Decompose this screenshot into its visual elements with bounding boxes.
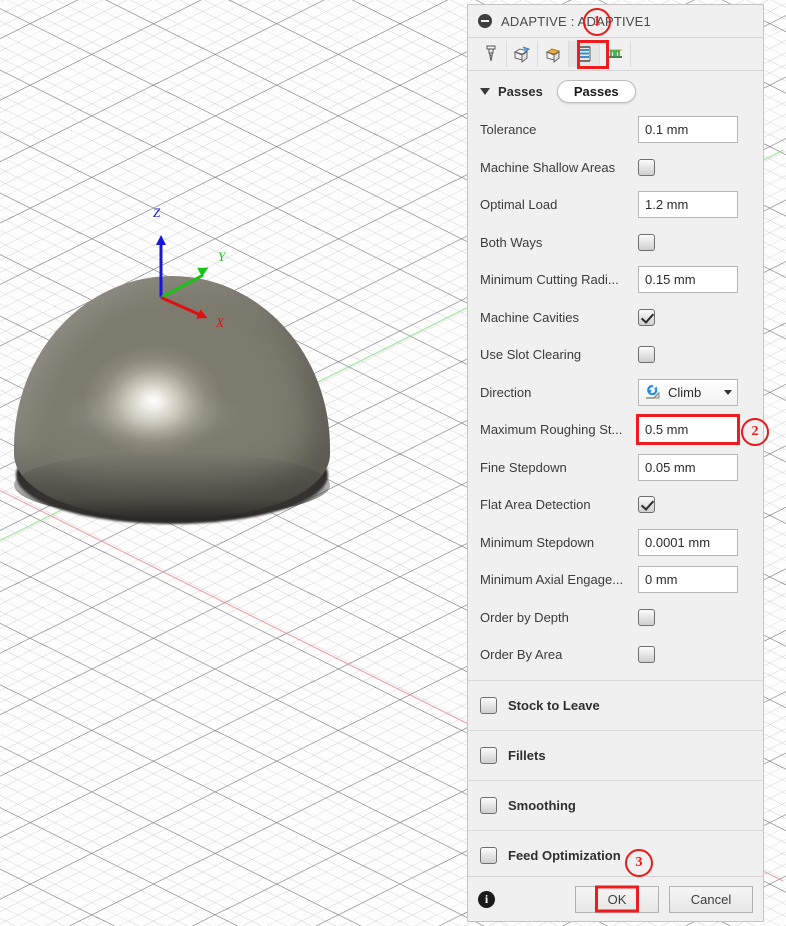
label-flat-area-detection: Flat Area Detection — [480, 497, 591, 513]
ok-button[interactable]: OK — [575, 885, 659, 913]
label-smoothing: Smoothing — [508, 797, 576, 813]
checkbox-order-by-area[interactable] — [638, 646, 655, 664]
label-maximum-roughing-stepdown: Maximum Roughing St... — [480, 422, 623, 438]
adaptive-settings-dialog: ADAPTIVE : ADAPTIVE1 Passes Passes Toler… — [467, 4, 764, 922]
passes-section-header[interactable]: Passes Passes — [468, 71, 763, 107]
row-minimum-cutting-radius: Minimum Cutting Radi... 0.15 mm — [468, 261, 763, 299]
section-smoothing[interactable]: Smoothing — [468, 779, 763, 830]
checkbox-use-slot-clearing[interactable] — [638, 346, 655, 364]
row-flat-area-detection: Flat Area Detection — [468, 486, 763, 524]
z-axis-arrowhead — [156, 235, 166, 245]
minus-circle-icon[interactable] — [478, 14, 492, 28]
input-minimum-cutting-radius[interactable]: 0.15 mm — [638, 266, 738, 294]
ok-highlight-annotation — [595, 885, 639, 913]
dialog-footer: i OK Cancel — [468, 876, 763, 921]
checkbox-both-ways[interactable] — [638, 233, 655, 251]
row-tolerance: Tolerance 0.1 mm — [468, 111, 763, 149]
label-direction: Direction — [480, 384, 532, 400]
input-minimum-stepdown[interactable]: 0.0001 mm — [638, 528, 738, 556]
row-use-slot-clearing: Use Slot Clearing — [468, 336, 763, 374]
section-fillets[interactable]: Fillets — [468, 729, 763, 780]
info-icon[interactable]: i — [478, 890, 495, 908]
label-tolerance: Tolerance — [480, 122, 537, 138]
dialog-header: ADAPTIVE : ADAPTIVE1 — [468, 5, 763, 38]
label-optimal-load: Optimal Load — [480, 197, 558, 213]
dialog-content: Passes Passes Tolerance 0.1 mm Machine S… — [468, 71, 763, 876]
checkbox-feed-optimization[interactable] — [480, 846, 497, 864]
label-minimum-cutting-radius: Minimum Cutting Radi... — [480, 272, 619, 288]
checkbox-smoothing[interactable] — [480, 796, 497, 814]
row-both-ways: Both Ways — [468, 224, 763, 262]
dropdown-direction[interactable]: Climb — [638, 378, 738, 406]
y-axis-label: Y — [218, 249, 226, 264]
dialog-tabbar — [468, 38, 763, 71]
heights-icon — [545, 48, 561, 64]
label-stock-to-leave: Stock to Leave — [508, 697, 600, 713]
tab-heights[interactable] — [538, 41, 569, 67]
input-minimum-axial-engagement[interactable]: 0 mm — [638, 566, 738, 594]
caret-down-icon[interactable] — [480, 88, 490, 95]
label-order-by-area: Order By Area — [480, 647, 563, 663]
label-fine-stepdown: Fine Stepdown — [480, 459, 567, 475]
row-order-by-depth: Order by Depth — [468, 599, 763, 637]
label-feed-optimization: Feed Optimization — [508, 847, 621, 863]
label-use-slot-clearing: Use Slot Clearing — [480, 347, 582, 363]
tool-icon — [486, 45, 496, 62]
checkbox-fillets[interactable] — [480, 746, 497, 764]
row-machine-cavities: Machine Cavities — [468, 299, 763, 337]
page-title: ADAPTIVE : ADAPTIVE1 — [501, 13, 651, 29]
section-stock-to-leave[interactable]: Stock to Leave — [468, 679, 763, 730]
dome-highlight — [56, 386, 246, 444]
passes-tooltip: Passes — [556, 80, 636, 103]
z-axis-arrow — [159, 239, 163, 297]
input-optimal-load[interactable]: 1.2 mm — [638, 191, 738, 219]
section-title: Passes — [498, 84, 543, 99]
climb-direction-icon — [646, 384, 660, 399]
app-root: Z Y X ADAPTIVE : ADAPTIVE1 Passes Passes… — [0, 0, 786, 926]
label-machine-cavities: Machine Cavities — [480, 309, 579, 325]
collapsed-sections: Stock to Leave Fillets Smoothing Feed Op… — [468, 679, 763, 877]
row-direction: Direction Climb — [468, 374, 763, 412]
passes-tab-highlight-annotation — [577, 40, 609, 69]
label-order-by-depth: Order by Depth — [480, 609, 569, 625]
passes-rows: Tolerance 0.1 mm Machine Shallow Areas O… — [468, 107, 763, 674]
checkbox-machine-cavities[interactable] — [638, 308, 655, 326]
z-axis-label: Z — [153, 205, 161, 220]
tab-geometry[interactable] — [507, 41, 538, 67]
checkbox-stock-to-leave[interactable] — [480, 696, 497, 714]
tab-tool[interactable] — [476, 41, 507, 67]
input-tolerance[interactable]: 0.1 mm — [638, 116, 738, 144]
checkbox-flat-area-detection[interactable] — [638, 496, 655, 514]
row-machine-shallow-areas: Machine Shallow Areas — [468, 149, 763, 187]
row-maximum-roughing-stepdown: Maximum Roughing St... 0.5 mm — [468, 411, 763, 449]
row-minimum-axial-engagement: Minimum Axial Engage... 0 mm — [468, 561, 763, 599]
input-fine-stepdown[interactable]: 0.05 mm — [638, 453, 738, 481]
input-maximum-roughing-stepdown[interactable]: 0.5 mm — [636, 414, 740, 446]
checkbox-machine-shallow-areas[interactable] — [638, 158, 655, 176]
geometry-icon — [513, 46, 531, 64]
x-axis-label: X — [216, 315, 224, 330]
cancel-button[interactable]: Cancel — [669, 885, 753, 913]
annotation-2: 2 — [741, 418, 769, 446]
section-feed-optimization[interactable]: Feed Optimization — [468, 829, 763, 877]
label-machine-shallow-areas: Machine Shallow Areas — [480, 159, 616, 175]
label-fillets: Fillets — [508, 747, 546, 763]
dome-rim — [14, 452, 330, 518]
row-order-by-area: Order By Area — [468, 636, 763, 674]
origin-triad: Z Y X — [153, 205, 225, 330]
dome-model[interactable] — [14, 276, 330, 526]
checkbox-order-by-depth[interactable] — [638, 608, 655, 626]
dropdown-direction-value: Climb — [668, 384, 702, 400]
label-minimum-axial-engagement: Minimum Axial Engage... — [480, 572, 624, 588]
row-fine-stepdown: Fine Stepdown 0.05 mm — [468, 449, 763, 487]
chevron-down-icon[interactable] — [724, 389, 732, 395]
row-minimum-stepdown: Minimum Stepdown 0.0001 mm — [468, 524, 763, 562]
annotation-3: 3 — [625, 849, 653, 877]
label-both-ways: Both Ways — [480, 234, 543, 250]
row-optimal-load: Optimal Load 1.2 mm — [468, 186, 763, 224]
cancel-button-label: Cancel — [690, 891, 732, 907]
annotation-1: 1 — [583, 8, 611, 36]
label-minimum-stepdown: Minimum Stepdown — [480, 534, 595, 550]
